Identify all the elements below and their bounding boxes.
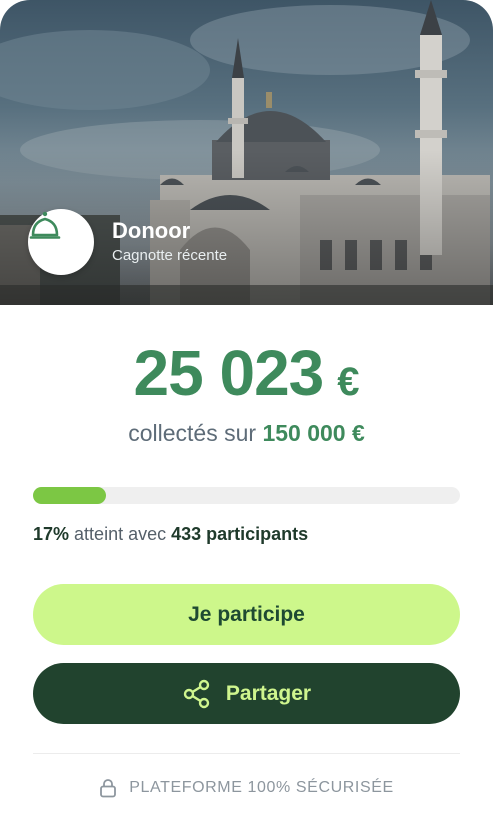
amount-value: 25 023: [133, 337, 325, 409]
participate-button[interactable]: Je participe: [33, 584, 460, 645]
share-icon: [182, 679, 212, 709]
organization-name: Donoor: [112, 218, 191, 243]
goal-prefix: collectés sur: [128, 420, 257, 446]
secure-platform-notice: PLATEFORME 100% SÉCURISÉE: [0, 778, 493, 798]
mosque-dome-icon: [29, 211, 61, 239]
lock-icon: [99, 778, 117, 798]
participate-label: Je participe: [188, 602, 305, 626]
share-button[interactable]: Partager: [33, 663, 460, 724]
goal-line: collectés sur 150 000 €: [0, 420, 493, 447]
progress-percent: 17%: [33, 524, 70, 544]
amount-currency: €: [337, 360, 360, 404]
hero-image: Donoor Cagnotte récente: [0, 0, 493, 305]
goal-amount: 150 000 €: [262, 420, 365, 446]
organization-logo: [28, 209, 94, 275]
secure-label: PLATEFORME 100% SÉCURISÉE: [129, 779, 394, 796]
progress-bar: [33, 487, 460, 504]
share-label: Partager: [225, 681, 312, 705]
progress-fill: [33, 487, 106, 504]
footer-divider: [33, 753, 460, 754]
organization-subtitle: Cagnotte récente: [112, 247, 228, 264]
campaign-card: Donoor Cagnotte récente 25 023 € collecté…: [0, 0, 493, 833]
organization-info: Donoor Cagnotte récente: [112, 218, 227, 266]
collected-amount: 25 023 €: [0, 336, 493, 410]
participants-count: 433 participants: [171, 524, 309, 544]
progress-stats: 17% atteint avec 433 participants: [33, 524, 308, 545]
progress-text: atteint avec: [74, 524, 167, 544]
organization-badge[interactable]: Donoor Cagnotte récente: [28, 209, 227, 275]
